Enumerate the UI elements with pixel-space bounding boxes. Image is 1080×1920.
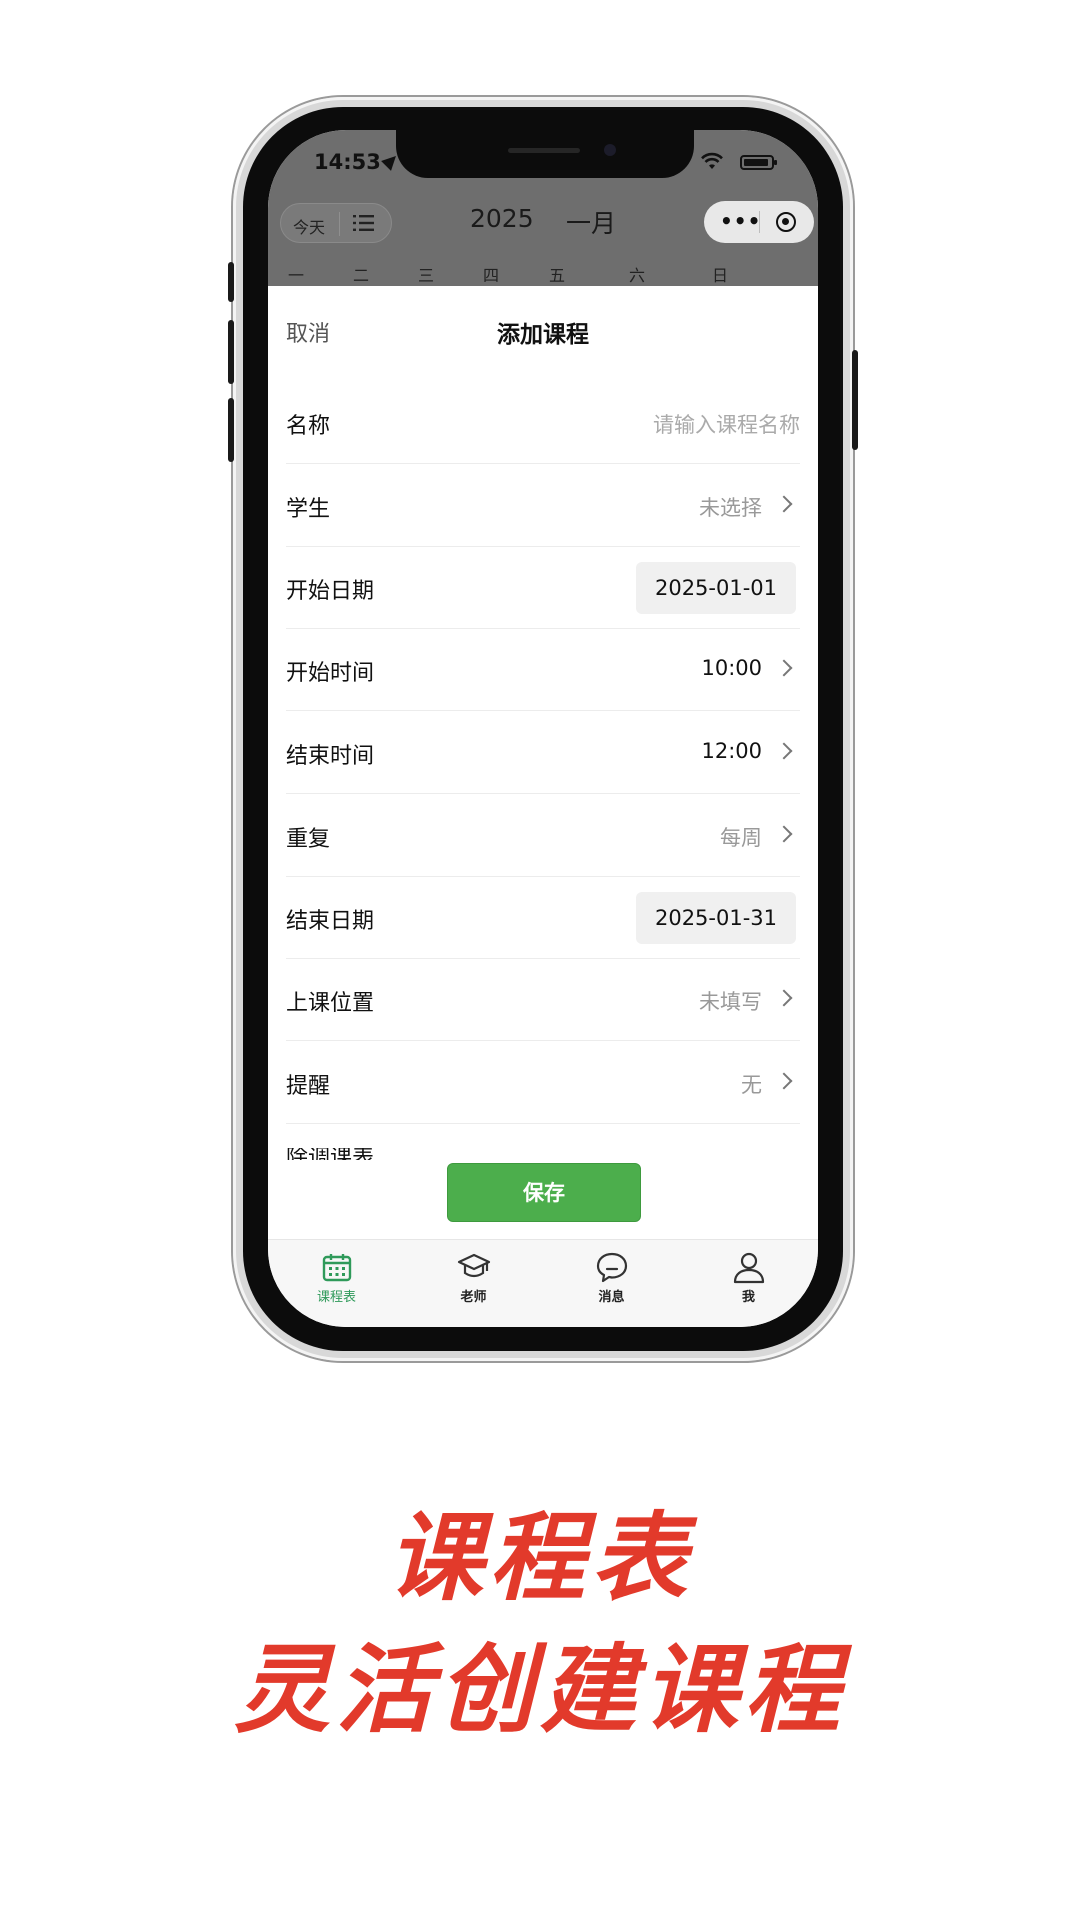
add-course-sheet: 添加课程 取消 名称 请输入课程名称 学生 未选择 开始日期 2025-01-0… (268, 286, 818, 1239)
person-icon (733, 1252, 765, 1284)
field-reminder[interactable]: 提醒 无 (286, 1042, 800, 1124)
field-name[interactable]: 名称 请输入课程名称 (286, 382, 800, 464)
reminder-value: 无 (741, 1073, 762, 1097)
close-target-icon[interactable] (776, 212, 796, 232)
volume-button (228, 398, 234, 462)
chevron-right-icon (775, 495, 793, 513)
student-value: 未选择 (699, 496, 762, 520)
weekday-label: 四 (482, 266, 499, 285)
tab-me[interactable]: 我 (680, 1240, 817, 1327)
calendar-header-dimmed: 14:53 今天 2025 一月 ••• 一 二 三 四 五 六 日 (268, 130, 818, 286)
chevron-right-icon (775, 659, 793, 677)
battery-icon (740, 155, 777, 170)
today-button[interactable]: 今天 (293, 214, 325, 238)
phone-screen: 14:53 今天 2025 一月 ••• 一 二 三 四 五 六 日 添加课程 … (268, 130, 818, 1327)
tab-label: 老师 (460, 1290, 487, 1305)
speaker-grille (508, 148, 580, 153)
tab-bar: 课程表 老师 消息 我 (268, 1239, 818, 1327)
chevron-right-icon (775, 825, 793, 843)
field-label: 结束时间 (286, 744, 375, 769)
start-date-picker[interactable]: 2025-01-01 (636, 562, 796, 614)
field-student[interactable]: 学生 未选择 (286, 465, 800, 547)
save-button[interactable]: 保存 (447, 1163, 641, 1222)
end-time-value: 12:00 (701, 739, 762, 763)
list-icon[interactable] (353, 214, 375, 232)
more-icon[interactable]: ••• (720, 211, 761, 231)
tab-label: 我 (741, 1290, 755, 1305)
field-location[interactable]: 上课位置 未填写 (286, 959, 800, 1041)
weekday-header: 一 二 三 四 五 六 日 (268, 262, 818, 286)
tab-label: 课程表 (316, 1290, 356, 1305)
field-label: 重复 (286, 827, 331, 852)
today-pill: 今天 (280, 203, 392, 243)
phone-notch (396, 130, 694, 178)
graduation-cap-icon (457, 1253, 491, 1278)
weekday-label: 一 (287, 266, 304, 285)
weekday-label: 二 (352, 266, 369, 285)
weekday-label: 六 (628, 266, 645, 285)
field-label: 开始时间 (286, 661, 375, 686)
field-end-time[interactable]: 结束时间 12:00 (286, 712, 800, 794)
promo-caption-line2: 灵活创建课程 (234, 1634, 846, 1746)
power-button (852, 350, 858, 450)
capsule-divider (759, 211, 760, 233)
course-name-input[interactable]: 请输入课程名称 (653, 409, 800, 439)
field-label: 学生 (286, 497, 331, 522)
start-time-value: 10:00 (701, 656, 762, 680)
repeat-value: 每周 (720, 826, 762, 850)
cancel-button[interactable]: 取消 (286, 316, 330, 348)
truncated-field-label: 除调课表 (286, 1148, 374, 1160)
field-repeat[interactable]: 重复 每周 (286, 795, 800, 877)
field-label: 结束日期 (286, 909, 375, 934)
tab-messages[interactable]: 消息 (543, 1240, 680, 1327)
tab-teacher[interactable]: 老师 (405, 1240, 542, 1327)
sheet-title: 添加课程 (497, 322, 589, 348)
tab-schedule[interactable]: 课程表 (268, 1240, 405, 1327)
volume-button (228, 262, 234, 302)
calendar-year: 2025 (470, 204, 534, 233)
field-label: 开始日期 (286, 579, 375, 604)
field-start-time[interactable]: 开始时间 10:00 (286, 629, 800, 711)
field-start-date[interactable]: 开始日期 2025-01-01 (286, 547, 800, 629)
field-label: 上课位置 (286, 991, 375, 1016)
chat-bubble-icon (596, 1252, 628, 1283)
pill-divider (339, 212, 340, 236)
weekday-label: 五 (548, 266, 565, 285)
field-label: 名称 (286, 414, 331, 439)
calendar-icon (322, 1254, 352, 1282)
wifi-icon (701, 152, 723, 169)
calendar-month: 一月 (566, 209, 617, 238)
miniprogram-capsule: ••• (704, 201, 814, 243)
volume-button (228, 320, 234, 384)
weekday-label: 三 (417, 266, 434, 285)
chevron-right-icon (775, 1072, 793, 1090)
front-camera (604, 144, 616, 156)
field-label: 提醒 (286, 1074, 331, 1099)
weekday-label: 日 (711, 266, 728, 285)
tab-label: 消息 (598, 1290, 625, 1305)
location-value: 未填写 (699, 990, 762, 1014)
end-date-picker[interactable]: 2025-01-31 (636, 892, 796, 944)
status-time: 14:53 (314, 150, 381, 174)
chevron-right-icon (775, 742, 793, 760)
chevron-right-icon (775, 989, 793, 1007)
field-end-date[interactable]: 结束日期 2025-01-31 (286, 877, 800, 959)
promo-caption-line1: 课程表 (387, 1502, 693, 1614)
